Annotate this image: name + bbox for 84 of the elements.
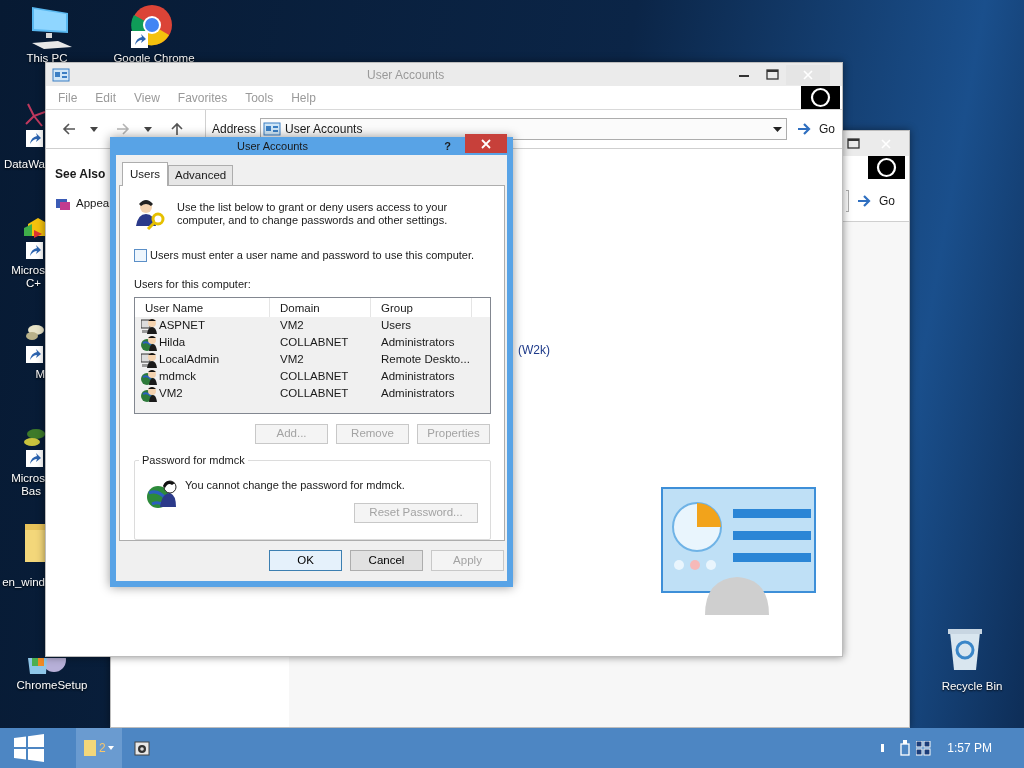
table-cell: VM2 [280,352,304,365]
task-link[interactable]: Appea [76,195,110,213]
menu-item[interactable]: Tools [245,88,274,107]
table-cell: Remote Deskto... [381,352,470,365]
app-icon [133,740,150,756]
button[interactable]: OK [269,550,342,571]
icon-label: ChromeSetup [16,679,88,692]
computer-user-icon [141,317,157,334]
go-arrow-icon[interactable] [797,123,812,135]
icon-label: C+ [25,277,41,290]
icon-label: This PC [26,52,68,65]
users-key-icon [134,198,166,230]
table-cell-text: Hilda [159,334,186,350]
icon-label: Recycle Bin [941,680,1003,693]
folder-icon [84,740,96,756]
back-arrow-icon[interactable] [62,122,76,136]
globe-user-icon [141,385,157,402]
column-header[interactable]: Group [371,298,472,317]
control-panel-icon [52,67,70,82]
dialog-title: User Accounts [237,138,309,154]
icon-label: DataWa [3,158,45,171]
menu-item[interactable]: Help [291,88,316,107]
icon-label: en_wind [2,576,45,589]
table-cell: COLLABNET [280,335,349,348]
icon-label: Micros [11,472,45,485]
checkbox[interactable] [134,248,147,262]
column-header[interactable]: Domain [270,298,371,317]
menu-item[interactable]: Favorites [177,88,228,107]
table-cell: Administrators [381,335,455,348]
icon-label: M [35,368,45,381]
close-button[interactable] [465,134,507,154]
caret-icon[interactable] [90,126,98,132]
up-arrow-icon[interactable] [170,122,184,136]
password-message: You cannot change the password for mdmck. [185,478,405,493]
ring-icon [801,86,840,109]
tray-icon[interactable] [881,744,885,752]
table-cell: Users [381,318,412,331]
window-count: 2 [99,740,106,757]
network-icon[interactable] [916,740,932,756]
tab[interactable]: Users [122,161,169,186]
go-button[interactable]: Go [819,120,836,138]
address-label: Address [212,121,257,138]
address-field[interactable]: User Accounts [260,118,788,140]
content-text: (W2k) [518,342,550,359]
appearance-icon[interactable] [55,196,71,211]
table-cell: VM2 [280,318,304,331]
section-heading: See Also [55,166,106,183]
table-cell: COLLABNET [280,369,349,382]
table-cell-text: mdmck [159,368,197,384]
button[interactable]: Cancel [350,550,423,571]
icon-label: Google Chrome [113,52,195,65]
globe-user-icon [141,334,157,351]
computer-user-icon [141,351,157,368]
start-icon[interactable] [14,734,44,762]
table-cell: Administrators [381,369,455,382]
table-cell: COLLABNET [280,386,349,399]
intro-text: Use the list below to grant or deny users access to your computer, and to change passwords and other settings. [177,201,449,228]
address-text: User Accounts [285,121,364,138]
icon-label: Micros [11,264,45,277]
menu-item[interactable]: View [134,88,160,107]
go-arrow-icon[interactable] [857,194,871,207]
go-button[interactable]: Go [879,191,895,210]
tab[interactable]: Advanced [168,164,234,185]
address-field[interactable] [846,189,849,212]
menu-item[interactable]: File [58,88,78,107]
table-cell: Administrators [381,386,455,399]
browser-shortcut-icon[interactable] [128,3,174,49]
table-cell-text: LocalAdmin [159,351,220,367]
globe-user-icon [141,368,157,385]
caret-icon [107,746,114,750]
help-button[interactable]: ? [444,137,451,155]
icon-label: Bas [21,485,41,498]
control-panel-icon [263,122,282,136]
close-icon [481,138,491,149]
menu-item[interactable]: Edit [95,88,117,107]
table-cell-text: VM2 [159,385,183,401]
clock[interactable]: 1:57 PM [947,739,992,757]
window-title: User Accounts [367,66,446,84]
usb-drive-icon[interactable] [900,740,911,756]
table-cell-text: ASPNET [159,317,205,333]
globe-user-icon [146,477,180,509]
section-label: Users for this computer: [134,276,252,292]
checkbox-label: Users must enter a user name and password to use this computer. [150,248,475,263]
column-header[interactable]: User Name [135,298,270,317]
